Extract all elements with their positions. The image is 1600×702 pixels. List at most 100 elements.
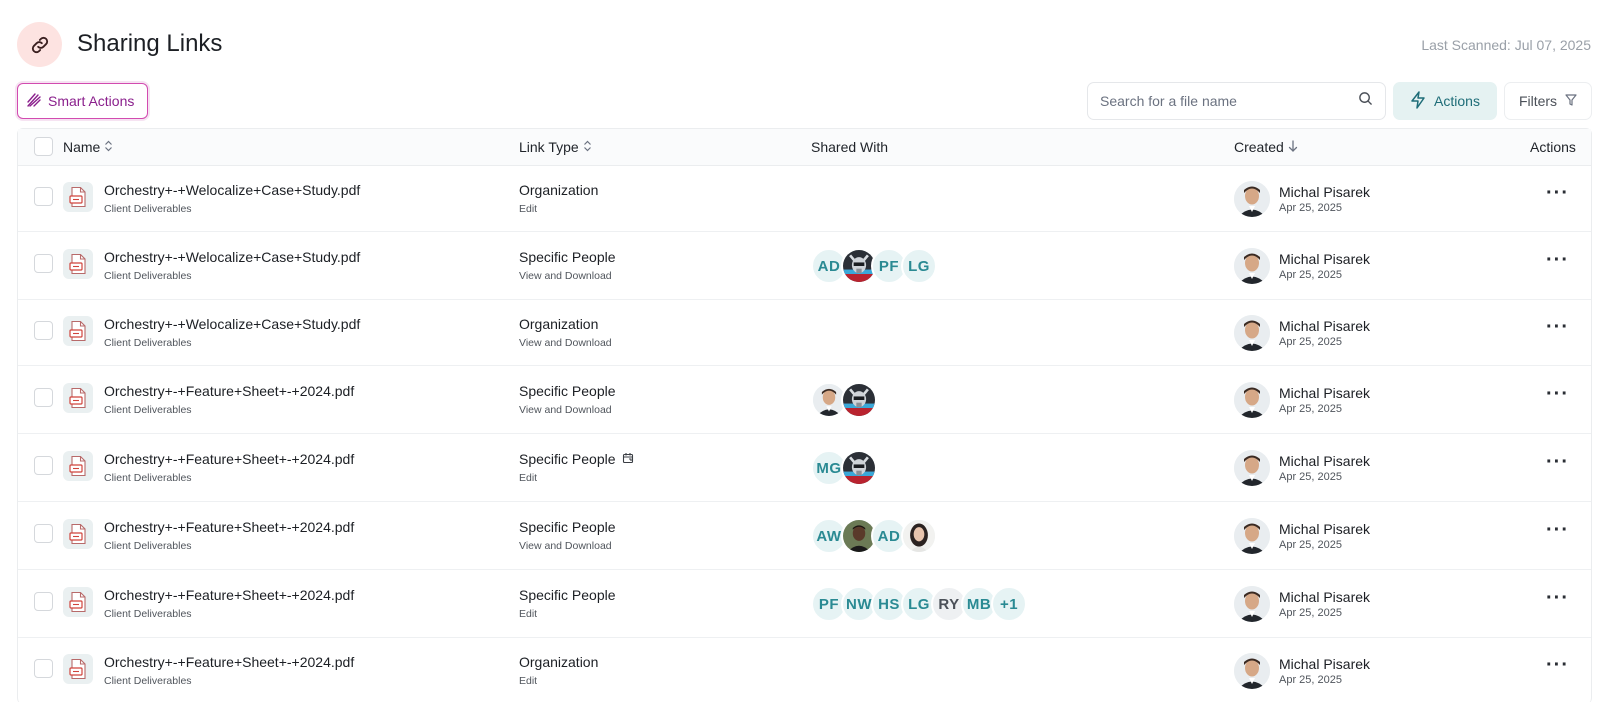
- more-actions-icon[interactable]: ···: [1546, 249, 1569, 272]
- created-date: Apr 25, 2025: [1279, 336, 1342, 348]
- column-header-link-type[interactable]: Link Type: [519, 139, 592, 155]
- creator-name: Michal Pisarek: [1279, 453, 1371, 469]
- link-permission: View and Download: [519, 270, 612, 282]
- more-actions-icon[interactable]: ···: [1546, 587, 1569, 610]
- table-row[interactable]: Orchestry+-+Feature+Sheet+-+2024.pdf Clie…: [18, 434, 1591, 502]
- column-header-actions: Actions: [1530, 139, 1576, 155]
- row-checkbox[interactable]: [34, 321, 53, 340]
- created-date: Apr 25, 2025: [1279, 607, 1342, 619]
- column-created-label: Created: [1234, 139, 1284, 155]
- column-header-created[interactable]: Created: [1234, 139, 1298, 155]
- column-actions-label: Actions: [1530, 139, 1576, 155]
- row-checkbox[interactable]: [34, 524, 53, 543]
- link-type-label: Specific People: [519, 249, 616, 265]
- column-header-name[interactable]: Name: [63, 139, 113, 155]
- creator-name: Michal Pisarek: [1279, 521, 1371, 537]
- link-type-label: Specific People: [519, 451, 616, 467]
- sort-icon: [104, 139, 113, 155]
- table-row[interactable]: Orchestry+-+Feature+Sheet+-+2024.pdf Clie…: [18, 570, 1591, 638]
- table-row[interactable]: Orchestry+-+Welocalize+Case+Study.pdf Cli…: [18, 232, 1591, 300]
- actions-button-label: Actions: [1434, 93, 1480, 109]
- row-checkbox[interactable]: [34, 592, 53, 611]
- file-name[interactable]: Orchestry+-+Feature+Sheet+-+2024.pdf: [104, 654, 354, 670]
- search-input[interactable]: [1100, 93, 1358, 109]
- creator-avatar: [1234, 248, 1270, 284]
- link-type: Specific People: [519, 519, 616, 535]
- column-link-type-label: Link Type: [519, 139, 579, 155]
- link-type-label: Organization: [519, 316, 599, 332]
- pdf-file-icon: [63, 654, 93, 684]
- avatar[interactable]: +1: [991, 586, 1027, 622]
- file-name[interactable]: Orchestry+-+Welocalize+Case+Study.pdf: [104, 182, 360, 198]
- pdf-file-icon: [63, 249, 93, 279]
- file-folder: Client Deliverables: [104, 675, 192, 687]
- sort-icon: [583, 139, 592, 155]
- more-actions-icon[interactable]: ···: [1546, 383, 1569, 406]
- creator-avatar: [1234, 181, 1270, 217]
- file-name[interactable]: Orchestry+-+Feature+Sheet+-+2024.pdf: [104, 587, 354, 603]
- link-type-label: Specific People: [519, 587, 616, 603]
- avatar[interactable]: LG: [901, 248, 937, 284]
- file-name[interactable]: Orchestry+-+Feature+Sheet+-+2024.pdf: [104, 383, 354, 399]
- pdf-file-icon: [63, 316, 93, 346]
- actions-button[interactable]: Actions: [1393, 82, 1497, 120]
- file-folder: Client Deliverables: [104, 608, 192, 620]
- table-row[interactable]: Orchestry+-+Feature+Sheet+-+2024.pdf Clie…: [18, 638, 1591, 702]
- created-date: Apr 25, 2025: [1279, 269, 1342, 281]
- table-row[interactable]: Orchestry+-+Feature+Sheet+-+2024.pdf Clie…: [18, 366, 1591, 434]
- link-type: Specific People: [519, 249, 616, 265]
- smart-actions-button[interactable]: Smart Actions: [17, 83, 148, 119]
- row-checkbox[interactable]: [34, 254, 53, 273]
- file-name[interactable]: Orchestry+-+Welocalize+Case+Study.pdf: [104, 316, 360, 332]
- more-actions-icon[interactable]: ···: [1546, 519, 1569, 542]
- link-permission: View and Download: [519, 540, 612, 552]
- smart-actions-icon: [26, 92, 42, 111]
- avatar[interactable]: [841, 382, 877, 418]
- file-folder: Client Deliverables: [104, 270, 192, 282]
- pdf-file-icon: [63, 182, 93, 212]
- pdf-file-icon: [63, 519, 93, 549]
- file-name[interactable]: Orchestry+-+Welocalize+Case+Study.pdf: [104, 249, 360, 265]
- table-row[interactable]: Orchestry+-+Welocalize+Case+Study.pdf Cli…: [18, 166, 1591, 232]
- pdf-file-icon: [63, 451, 93, 481]
- file-folder: Client Deliverables: [104, 540, 192, 552]
- file-name[interactable]: Orchestry+-+Feature+Sheet+-+2024.pdf: [104, 519, 354, 535]
- created-date: Apr 25, 2025: [1279, 674, 1342, 686]
- link-type: Organization: [519, 182, 598, 198]
- lightning-icon: [1410, 90, 1426, 112]
- creator-name: Michal Pisarek: [1279, 318, 1371, 334]
- avatar[interactable]: [901, 518, 937, 554]
- row-checkbox[interactable]: [34, 388, 53, 407]
- column-shared-with-label: Shared With: [811, 139, 889, 155]
- more-actions-icon[interactable]: ···: [1546, 451, 1569, 474]
- row-checkbox[interactable]: [34, 659, 53, 678]
- calendar-icon: [622, 451, 634, 467]
- created-date: Apr 25, 2025: [1279, 202, 1342, 214]
- link-permission: Edit: [519, 203, 538, 215]
- more-actions-icon[interactable]: ···: [1546, 316, 1569, 339]
- shared-with-avatars: [811, 382, 877, 418]
- more-actions-icon[interactable]: ···: [1546, 654, 1569, 677]
- pdf-file-icon: [63, 587, 93, 617]
- table-body: Orchestry+-+Welocalize+Case+Study.pdf Cli…: [18, 166, 1591, 702]
- select-all-checkbox[interactable]: [34, 137, 53, 156]
- shared-with-avatars: MG: [811, 450, 877, 486]
- row-checkbox[interactable]: [34, 456, 53, 475]
- avatar[interactable]: [841, 450, 877, 486]
- link-permission: Edit: [519, 472, 538, 484]
- file-folder: Client Deliverables: [104, 472, 192, 484]
- last-scanned-text: Last Scanned: Jul 07, 2025: [1421, 37, 1591, 53]
- link-type: Specific People: [519, 451, 634, 467]
- filters-button-label: Filters: [1518, 93, 1558, 109]
- link-icon: [17, 22, 62, 67]
- link-permission: View and Download: [519, 337, 612, 349]
- filters-button[interactable]: Filters: [1504, 82, 1592, 120]
- file-name[interactable]: Orchestry+-+Feature+Sheet+-+2024.pdf: [104, 451, 354, 467]
- table-row[interactable]: Orchestry+-+Feature+Sheet+-+2024.pdf Clie…: [18, 502, 1591, 570]
- search-icon[interactable]: [1358, 91, 1373, 111]
- more-actions-icon[interactable]: ···: [1546, 182, 1569, 205]
- row-checkbox[interactable]: [34, 187, 53, 206]
- link-permission: View and Download: [519, 404, 612, 416]
- search-box: [1087, 82, 1386, 120]
- table-row[interactable]: Orchestry+-+Welocalize+Case+Study.pdf Cli…: [18, 300, 1591, 366]
